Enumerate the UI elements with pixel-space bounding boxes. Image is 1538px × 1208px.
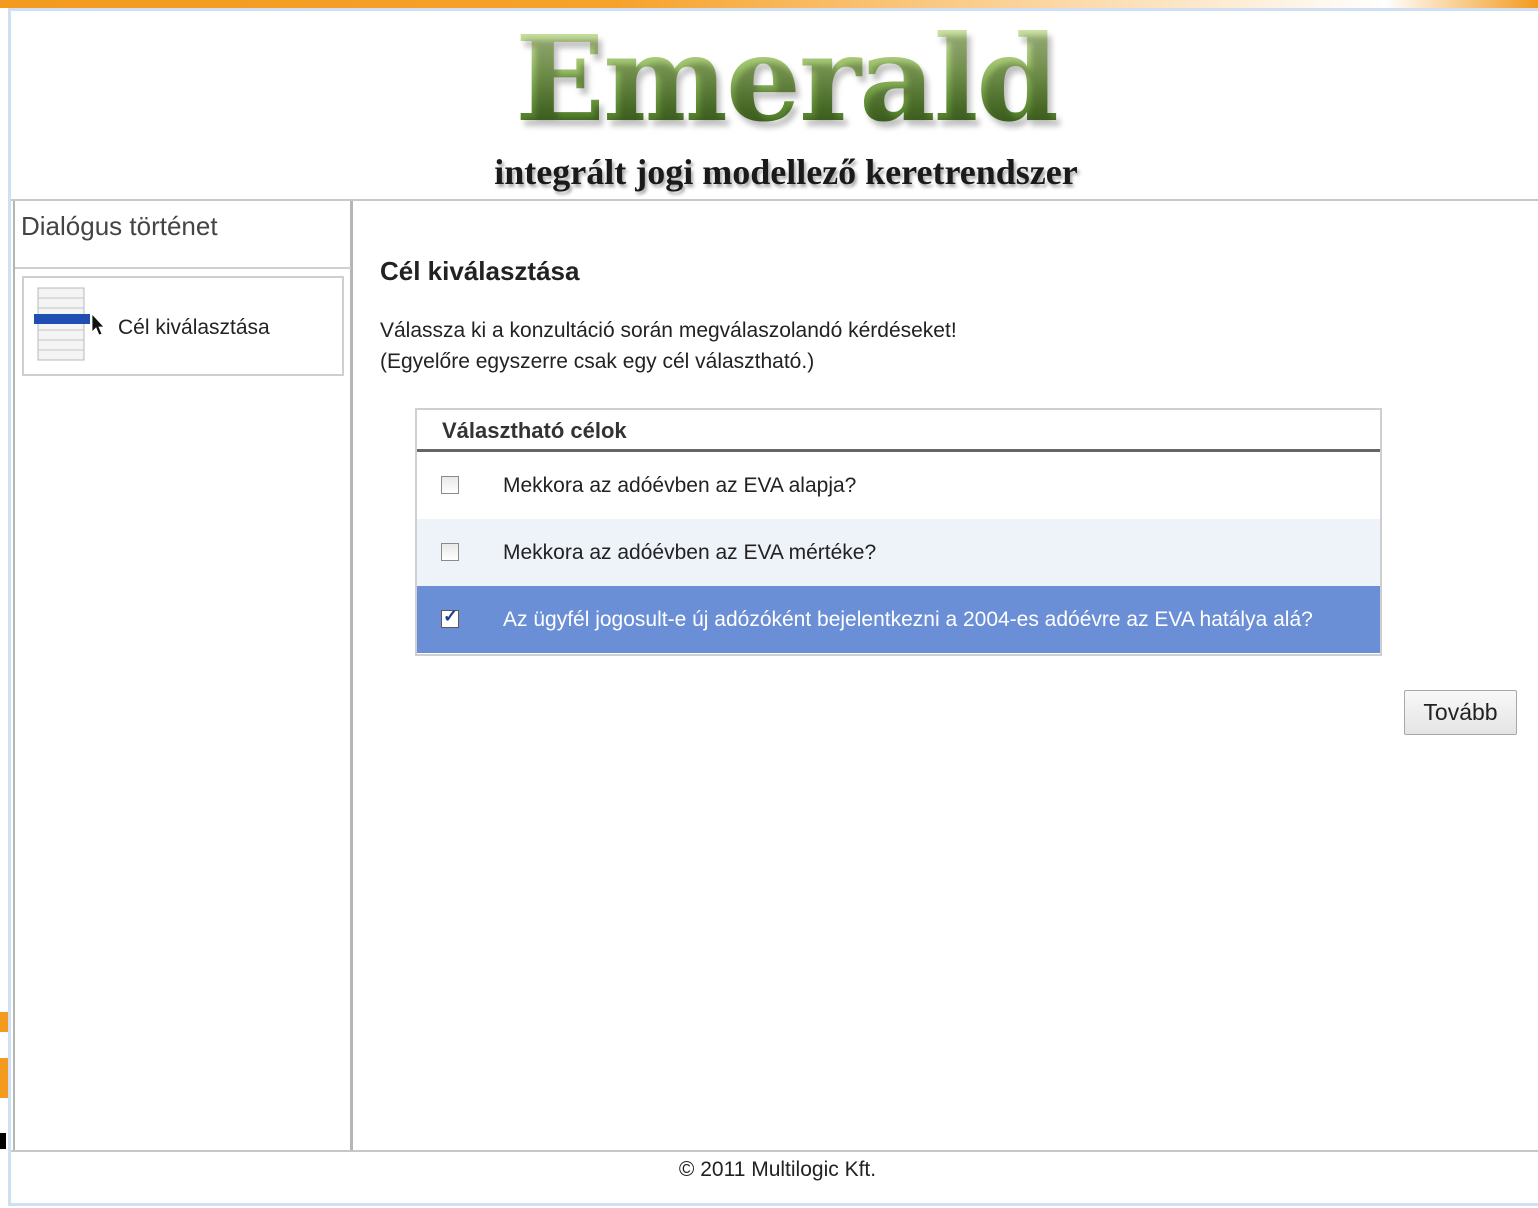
app-logo: Emerald [11, 19, 1538, 139]
history-item-goal-selection[interactable]: Cél kiválasztása [22, 276, 344, 376]
slide-frame-left-mark [0, 1058, 8, 1098]
instruction-line: (Egyelőre egyszerre csak egy cél választ… [380, 350, 815, 373]
app-subtitle: integrált jogi modellező keretrendszer [494, 152, 1078, 192]
instruction-line: Válassza ki a konzultáció során megválas… [380, 319, 957, 342]
goal-label: Az ügyfél jogosult-e új adózóként bejele… [503, 608, 1313, 631]
checkmark-icon: ✓ [443, 606, 459, 626]
footer-copyright: © 2011 Multilogic Kft. [678, 1158, 877, 1181]
goal-row[interactable]: Mekkora az adóévben az EVA alapja? [417, 452, 1380, 519]
history-item-label: Cél kiválasztása [118, 316, 270, 339]
goals-header: Választható célok [417, 410, 1380, 452]
footer-divider [11, 1150, 1538, 1152]
page-title: Cél kiválasztása [380, 256, 580, 286]
slide-frame-top [0, 0, 1538, 8]
goal-checkbox[interactable] [441, 543, 459, 561]
goal-row-selected[interactable]: ✓ Az ügyfél jogosult-e új adózóként beje… [417, 586, 1380, 653]
goals-panel: Választható célok Mekkora az adóévben az… [415, 408, 1382, 656]
goal-checkbox-checked[interactable]: ✓ [441, 606, 459, 628]
slide-frame-left-mark [0, 1133, 6, 1149]
goal-selection-list-icon [34, 286, 106, 362]
instructions: Válassza ki a konzultáció során megválas… [380, 315, 957, 377]
next-button[interactable]: Tovább [1404, 690, 1517, 735]
sidebar-title: Dialógus történet [21, 211, 218, 241]
dialog-history-sidebar: Dialógus történet Cél kiválasztása [13, 201, 353, 1152]
goal-checkbox[interactable] [441, 476, 459, 494]
divider [15, 267, 351, 269]
slide-frame-left-mark [0, 1012, 8, 1032]
goal-label: Mekkora az adóévben az EVA alapja? [503, 474, 857, 497]
goal-label: Mekkora az adóévben az EVA mértéke? [503, 541, 877, 564]
goal-row[interactable]: Mekkora az adóévben az EVA mértéke? [417, 519, 1380, 586]
app-header: Emerald integrált jogi modellező keretre… [11, 11, 1538, 201]
